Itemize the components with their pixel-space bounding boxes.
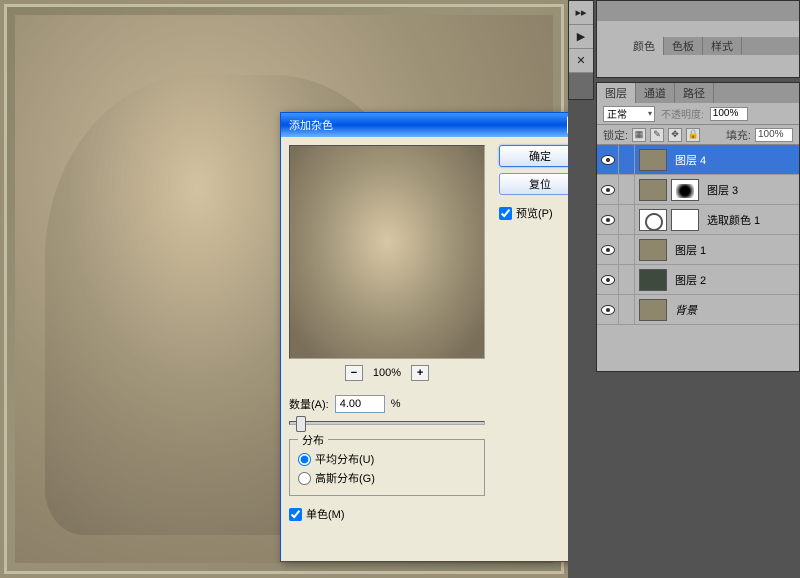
link-column[interactable] — [619, 145, 635, 174]
eye-icon — [601, 185, 615, 195]
layers-tab-2[interactable]: 路径 — [675, 83, 714, 103]
layer-thumbnail[interactable] — [639, 179, 667, 201]
fill-value[interactable]: 100% — [755, 128, 793, 142]
layer-list: 图层 4图层 3 选取颜色 1图层 1 图层 2 背景 — [597, 145, 799, 371]
uniform-radio-row[interactable]: 平均分布(U) — [298, 451, 476, 467]
layer-thumbnail[interactable] — [639, 299, 667, 321]
eye-icon — [601, 215, 615, 225]
link-column[interactable] — [619, 235, 635, 264]
preview-checkbox[interactable] — [499, 207, 512, 220]
opacity-label: 不透明度: — [661, 106, 704, 121]
layers-tab-0[interactable]: 图层 — [597, 83, 636, 103]
layer-row[interactable]: 图层 4 — [597, 145, 799, 175]
link-column[interactable] — [619, 175, 635, 204]
layer-name-label[interactable]: 图层 1 — [675, 242, 706, 258]
layer-row[interactable]: 图层 1 — [597, 235, 799, 265]
mono-check-row[interactable]: 单色(M) — [289, 506, 583, 522]
uniform-radio[interactable] — [298, 453, 311, 466]
layer-mask-thumbnail[interactable] — [671, 179, 699, 201]
play-icon[interactable]: ▶ — [569, 25, 593, 49]
tool-strip: ▸▸ ▶ ✕ — [568, 0, 594, 100]
blend-mode-dropdown[interactable]: 正常 — [603, 106, 655, 122]
link-column[interactable] — [619, 295, 635, 324]
layer-thumbnail[interactable] — [639, 269, 667, 291]
lock-transparent-icon[interactable]: ▦ — [632, 128, 646, 142]
gaussian-radio[interactable] — [298, 472, 311, 485]
layer-mask-thumbnail[interactable] — [671, 209, 699, 231]
dialog-body: − 100% + 数量(A): % 分布 平均分布(U) 高斯分布(G) 单 — [281, 137, 591, 561]
gaussian-radio-row[interactable]: 高斯分布(G) — [298, 470, 476, 486]
eye-icon — [601, 245, 615, 255]
layer-thumbnail[interactable] — [639, 239, 667, 261]
color-tab-2[interactable]: 样式 — [703, 37, 742, 55]
layer-name-label[interactable]: 选取颜色 1 — [707, 212, 760, 228]
distribution-title: 分布 — [298, 432, 328, 448]
mono-label: 单色(M) — [306, 506, 345, 522]
lock-paint-icon[interactable]: ✎ — [650, 128, 664, 142]
amount-input[interactable] — [335, 395, 385, 413]
monochrome-checkbox[interactable] — [289, 508, 302, 521]
visibility-toggle[interactable] — [597, 205, 619, 234]
zoom-in-button[interactable]: + — [411, 365, 429, 381]
zoom-level-text: 100% — [373, 367, 401, 379]
color-panel: 颜色色板样式 — [596, 0, 800, 78]
visibility-toggle[interactable] — [597, 145, 619, 174]
layers-tabs: 图层通道路径 — [597, 83, 799, 103]
color-tab-1[interactable]: 色板 — [664, 37, 703, 55]
layer-thumbnail[interactable] — [639, 209, 667, 231]
zoom-out-button[interactable]: − — [345, 365, 363, 381]
noise-preview-image[interactable] — [289, 145, 485, 359]
opacity-value[interactable]: 100% — [710, 107, 748, 121]
layer-thumbnail[interactable] — [639, 149, 667, 171]
layers-lock-row: 锁定: ▦ ✎ ✥ 🔒 填充: 100% — [597, 125, 799, 145]
tools-icon[interactable]: ✕ — [569, 49, 593, 73]
layer-row[interactable]: 图层 2 — [597, 265, 799, 295]
amount-unit: % — [391, 398, 401, 410]
preview-zoom-controls: − 100% + — [289, 365, 485, 381]
lock-label: 锁定: — [603, 127, 628, 143]
top-panel-tabstrip — [597, 1, 799, 21]
layer-row[interactable]: 选取颜色 1 — [597, 205, 799, 235]
visibility-toggle[interactable] — [597, 295, 619, 324]
eye-icon — [601, 155, 615, 165]
layer-name-label[interactable]: 图层 4 — [675, 152, 706, 168]
slider-thumb[interactable] — [296, 416, 306, 432]
add-noise-dialog: 添加杂色 × − 100% + 数量(A): % 分布 平均分布(U) 高斯分布… — [280, 112, 592, 562]
eye-icon — [601, 305, 615, 315]
arrow-icon[interactable]: ▸▸ — [569, 1, 593, 25]
layer-row[interactable]: 背景 — [597, 295, 799, 325]
color-tab-0[interactable]: 颜色 — [625, 37, 664, 55]
uniform-label: 平均分布(U) — [315, 451, 374, 467]
link-column[interactable] — [619, 205, 635, 234]
amount-slider[interactable] — [289, 421, 485, 425]
layer-name-label[interactable]: 背景 — [675, 302, 697, 318]
layers-tab-1[interactable]: 通道 — [636, 83, 675, 103]
lock-move-icon[interactable]: ✥ — [668, 128, 682, 142]
visibility-toggle[interactable] — [597, 265, 619, 294]
gaussian-label: 高斯分布(G) — [315, 470, 375, 486]
layers-panel: 图层通道路径 正常 不透明度: 100% 锁定: ▦ ✎ ✥ 🔒 填充: 100… — [596, 82, 800, 372]
fill-label: 填充: — [726, 127, 751, 143]
dialog-title-text: 添加杂色 — [289, 117, 333, 133]
layer-name-label[interactable]: 图层 2 — [675, 272, 706, 288]
dialog-titlebar[interactable]: 添加杂色 × — [281, 113, 591, 137]
layer-row[interactable]: 图层 3 — [597, 175, 799, 205]
eye-icon — [601, 275, 615, 285]
preview-check-label: 预览(P) — [516, 205, 553, 221]
right-panel-dock: ▸▸ ▶ ✕ 颜色色板样式 图层通道路径 正常 不透明度: 100% 锁定: ▦… — [568, 0, 800, 578]
amount-row: 数量(A): % — [289, 395, 583, 413]
link-column[interactable] — [619, 265, 635, 294]
layers-blend-row: 正常 不透明度: 100% — [597, 103, 799, 125]
distribution-group: 分布 平均分布(U) 高斯分布(G) — [289, 439, 485, 496]
layer-name-label[interactable]: 图层 3 — [707, 182, 738, 198]
visibility-toggle[interactable] — [597, 175, 619, 204]
amount-label: 数量(A): — [289, 396, 329, 412]
visibility-toggle[interactable] — [597, 235, 619, 264]
color-tabs: 颜色色板样式 — [625, 37, 799, 55]
lock-all-icon[interactable]: 🔒 — [686, 128, 700, 142]
